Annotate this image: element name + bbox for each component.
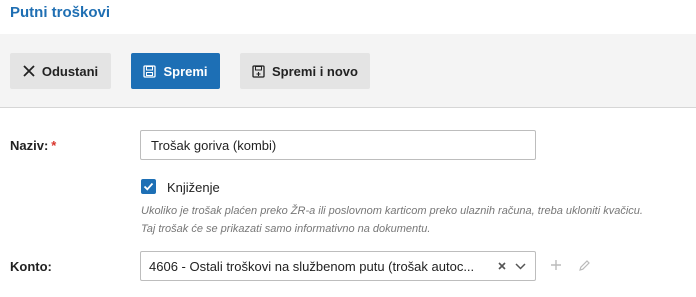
konto-select-value: 4606 - Ostali troškovi na službenom putu… <box>149 258 475 274</box>
konto-label: Konto: <box>10 259 52 274</box>
konto-select[interactable]: 4606 - Ostali troškovi na službenom putu… <box>140 251 536 281</box>
save-button[interactable]: Spremi <box>131 53 220 89</box>
close-icon <box>23 65 35 77</box>
naziv-label-text: Naziv: <box>10 138 49 153</box>
knjizenje-hint-line-1: Ukoliko je trošak plaćen preko ŽR-a ili … <box>141 205 643 217</box>
cancel-button-label: Odustani <box>41 63 99 79</box>
floppy-disk-plus-icon <box>252 64 265 78</box>
page-header: Putni troškovi <box>0 0 696 34</box>
required-mark: * <box>51 138 57 153</box>
toolbar: Odustani Spremi Spremi i novo <box>0 34 696 108</box>
knjizenje-checkbox[interactable] <box>141 179 156 194</box>
cancel-button[interactable]: Odustani <box>10 53 111 89</box>
naziv-input[interactable] <box>140 130 536 160</box>
clear-x-icon[interactable] <box>495 262 509 270</box>
floppy-disk-icon <box>143 64 157 78</box>
page-title: Putni troškovi <box>10 4 111 21</box>
naziv-label: Naziv: * <box>10 138 56 153</box>
checkmark-icon <box>143 181 154 192</box>
pencil-icon[interactable] <box>577 258 591 272</box>
knjizenje-label[interactable]: Knjiženje <box>167 180 220 195</box>
save-and-new-button[interactable]: Spremi i novo <box>240 53 370 89</box>
knjizenje-hint-line-2: Taj trošak će se prikazati samo informat… <box>141 223 431 235</box>
chevron-down-icon[interactable] <box>511 262 529 270</box>
plus-icon[interactable] <box>549 258 563 272</box>
save-button-label: Spremi <box>163 63 208 79</box>
save-and-new-button-label: Spremi i novo <box>272 63 358 79</box>
